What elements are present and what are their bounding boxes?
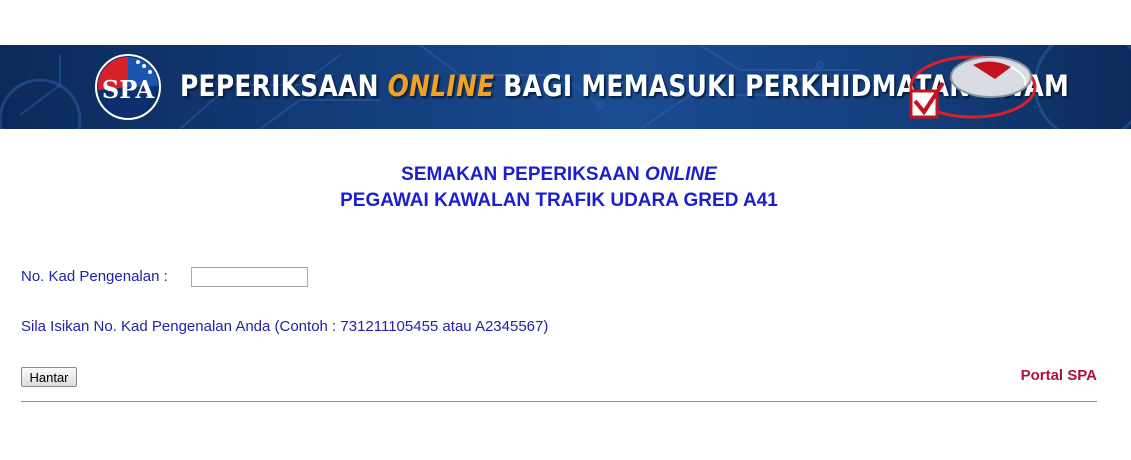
page-title-italic: ONLINE — [645, 164, 717, 185]
submit-button[interactable]: Hantar — [21, 367, 77, 387]
banner-title-part1: PEPERIKSAAN — [180, 69, 388, 103]
portal-spa-link[interactable]: Portal SPA — [1021, 367, 1097, 384]
ic-number-input[interactable] — [191, 267, 308, 287]
spa-logo: SPA — [95, 54, 161, 120]
ic-number-label: No. Kad Pengenalan : — [21, 268, 168, 285]
header-banner: SPA PEPERIKSAAN ONLINE BAGI MEMASUKI PER… — [0, 45, 1131, 129]
page-title: SEMAKAN PEPERIKSAAN ONLINE — [0, 164, 1118, 186]
divider — [21, 401, 1097, 402]
page-subtitle: PEGAWAI KAWALAN TRAFIK UDARA GRED A41 — [340, 190, 778, 211]
banner-title-highlight: ONLINE — [387, 69, 495, 103]
page-title-prefix: SEMAKAN PEPERIKSAAN — [401, 164, 646, 185]
logo-text: SPA — [102, 75, 155, 104]
ic-number-hint: Sila Isikan No. Kad Pengenalan Anda (Con… — [21, 318, 549, 335]
mouse-checkmark-icon — [909, 55, 1037, 119]
